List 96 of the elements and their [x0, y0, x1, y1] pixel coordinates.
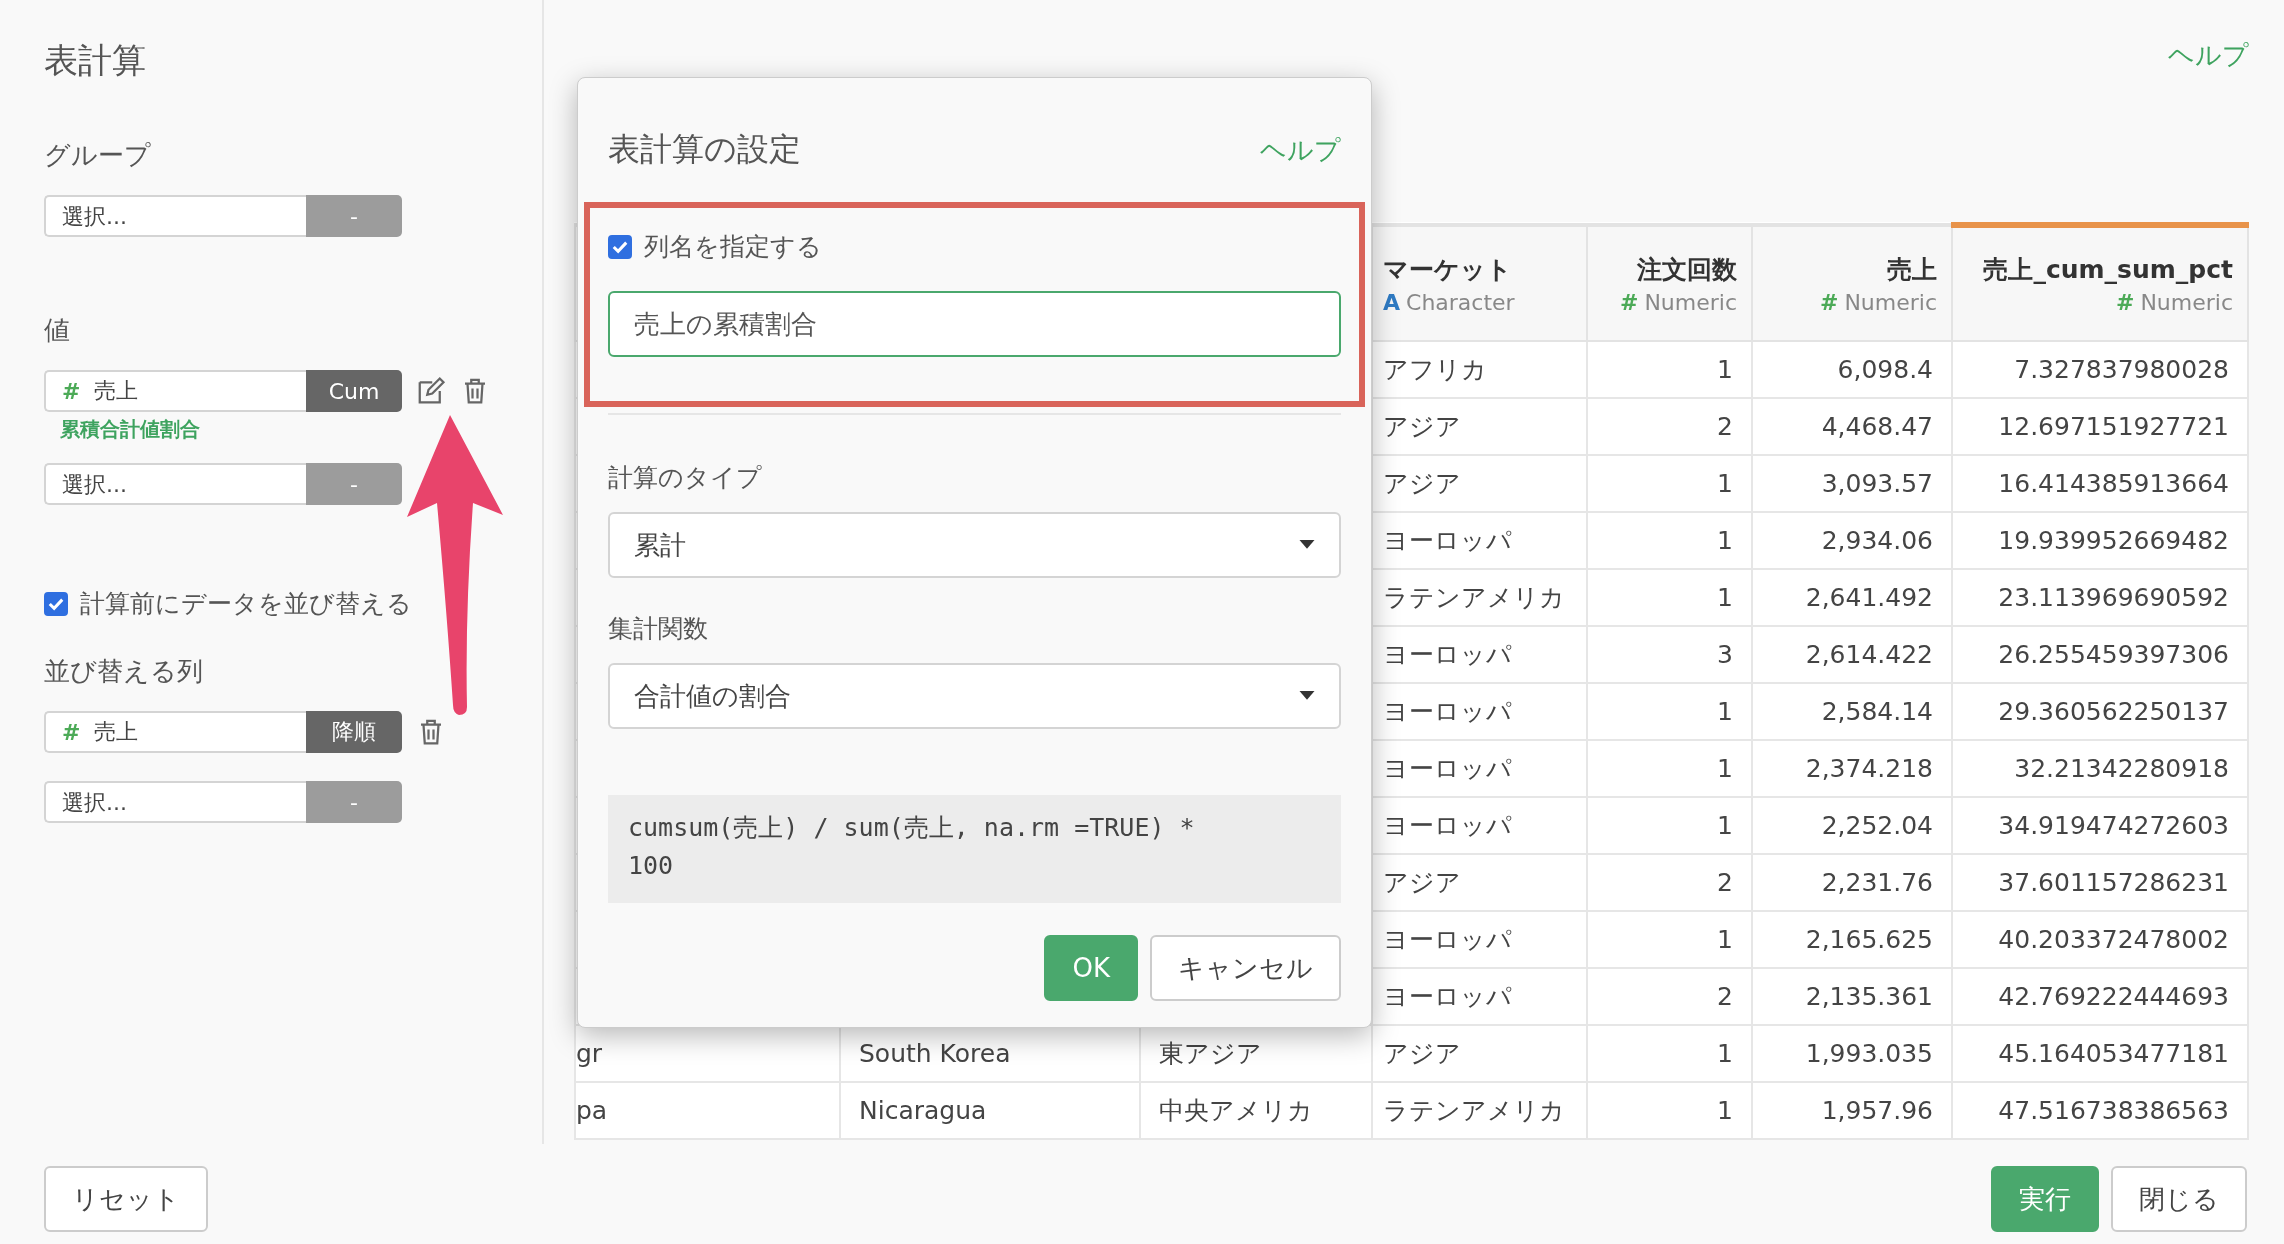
dialog-title: 表計算の設定 — [608, 129, 801, 170]
numeric-type-icon: # — [62, 378, 81, 404]
column-name: 売上 — [94, 718, 139, 746]
caret-icon — [1299, 540, 1315, 550]
column-name-input[interactable]: 売上の累積割合 — [608, 291, 1341, 357]
dialog-button[interactable]: キャンセル — [1150, 935, 1341, 1001]
table-cell: 2 — [1587, 398, 1752, 455]
table-cell: 16.414385913664 — [1952, 455, 2248, 512]
table-cell: 2 — [1587, 968, 1752, 1025]
type-label: Character — [1406, 289, 1515, 315]
column-title: 売上 — [1886, 253, 1937, 286]
calculation-note: 累積合計値割合 — [60, 416, 201, 443]
caret-icon — [1299, 691, 1315, 701]
table-cell: 40.203372478002 — [1952, 911, 2248, 968]
column-field[interactable]: # 売上 — [44, 370, 306, 412]
type-icon: # — [1619, 289, 1639, 315]
table-cell: 6,098.4 — [1752, 341, 1952, 398]
table-cell: 1 — [1587, 1082, 1752, 1139]
column-title: 注文回数 — [1636, 253, 1737, 286]
column-title: マーケット — [1383, 253, 1513, 286]
table-cell: pa — [575, 1082, 840, 1139]
table-cell: 1 — [1587, 341, 1752, 398]
table-cell: 1 — [1587, 797, 1752, 854]
select-field[interactable]: 選択... — [44, 195, 306, 237]
table-cell: 29.360562250137 — [1952, 683, 2248, 740]
sort-order-button[interactable]: 降順 — [306, 711, 402, 753]
table-cell: 1,957.96 — [1752, 1082, 1952, 1139]
table-cell: 37.601157286231 — [1952, 854, 2248, 911]
column-header[interactable]: 売上 # Numeric — [1752, 225, 1952, 341]
table-cell: 2,252.04 — [1752, 797, 1952, 854]
section-label: グループ — [44, 139, 152, 172]
column-header[interactable]: マーケット A Character — [1372, 225, 1587, 341]
table-cell: 3,093.57 — [1752, 455, 1952, 512]
page-title: 表計算 — [44, 39, 147, 82]
column-header[interactable]: 売上_cum_sum_pct # Numeric — [1952, 225, 2248, 341]
table-cell: アジア — [1372, 1025, 1587, 1082]
table-cell: 2,135.361 — [1752, 968, 1952, 1025]
calc-type-dropdown[interactable]: 累計 — [608, 512, 1341, 578]
table-cell: 42.769222444693 — [1952, 968, 2248, 1025]
type-label: Numeric — [1644, 289, 1737, 315]
type-icon: # — [1819, 289, 1839, 315]
table-cell: 1 — [1587, 455, 1752, 512]
select-field[interactable]: 選択... — [44, 781, 306, 823]
table-cell: 1 — [1587, 740, 1752, 797]
table-cell: 47.516738386563 — [1952, 1082, 2248, 1139]
select-field[interactable]: 選択... — [44, 463, 306, 505]
edit-icon[interactable] — [416, 376, 446, 406]
column-name: 売上 — [94, 377, 139, 405]
table-cell: 4,468.47 — [1752, 398, 1952, 455]
table-cell: 23.113969690592 — [1952, 569, 2248, 626]
checkbox-label: 計算前にデータを並び替える — [80, 588, 412, 620]
table-cell: 2,165.625 — [1752, 911, 1952, 968]
footer-button[interactable]: 閉じる — [2111, 1166, 2247, 1232]
table-cell: 2,231.76 — [1752, 854, 1952, 911]
table-cell: 中央アメリカ — [1140, 1082, 1372, 1139]
table-cell: ラテンアメリカ — [1372, 1082, 1587, 1139]
table-cell: 2 — [1587, 854, 1752, 911]
type-icon: # — [2115, 290, 2135, 315]
checkbox[interactable] — [608, 234, 632, 259]
table-cell: 2,641.492 — [1752, 569, 1952, 626]
checkbox[interactable] — [44, 591, 68, 616]
table-cell: 2,934.06 — [1752, 512, 1952, 569]
table-cell: 3 — [1587, 626, 1752, 683]
footer-button[interactable]: リセット — [44, 1166, 208, 1232]
type-icon: A — [1383, 289, 1401, 315]
table-cell: 32.21342280918 — [1952, 740, 2248, 797]
table-cell: 45.164053477181 — [1952, 1025, 2248, 1082]
table-cell: 1 — [1587, 683, 1752, 740]
table-cell: 1 — [1587, 569, 1752, 626]
table-cell: 1 — [1587, 512, 1752, 569]
table-cell: 1,993.035 — [1752, 1025, 1952, 1082]
table-cell: 26.255459397306 — [1952, 626, 2248, 683]
type-label: Numeric — [2140, 290, 2233, 315]
type-label: Numeric — [1844, 289, 1937, 315]
table-cell: 2,584.14 — [1752, 683, 1952, 740]
section-label: 並び替える列 — [44, 655, 204, 688]
table-cell: 1 — [1587, 1025, 1752, 1082]
field-label: 計算のタイプ — [608, 462, 763, 494]
column-header[interactable]: 注文回数 # Numeric — [1587, 225, 1752, 341]
aggregate-dropdown[interactable]: 合計値の割合 — [608, 663, 1341, 729]
formula-code: cumsum(売上) / sum(売上, na.rm =TRUE) * 100 — [608, 795, 1341, 903]
section-label: 値 — [44, 314, 71, 347]
table-cell: 19.939952669482 — [1952, 512, 2248, 569]
column-title: 売上_cum_sum_pct — [1982, 254, 2233, 286]
numeric-type-icon: # — [62, 719, 81, 745]
column-field[interactable]: # 売上 — [44, 711, 306, 753]
table-cell: 2,614.422 — [1752, 626, 1952, 683]
checkbox-label: 列名を指定する — [644, 231, 822, 263]
table-cell: 7.327837980028 — [1952, 341, 2248, 398]
table-cell: 34.919474272603 — [1952, 797, 2248, 854]
table-cell: 12.697151927721 — [1952, 398, 2248, 455]
option-button[interactable]: Cum — [306, 370, 402, 412]
field-label: 集計関数 — [608, 613, 709, 645]
table-cell: 2,374.218 — [1752, 740, 1952, 797]
table-cell: Nicaragua — [840, 1082, 1140, 1139]
table-cell: 1 — [1587, 911, 1752, 968]
